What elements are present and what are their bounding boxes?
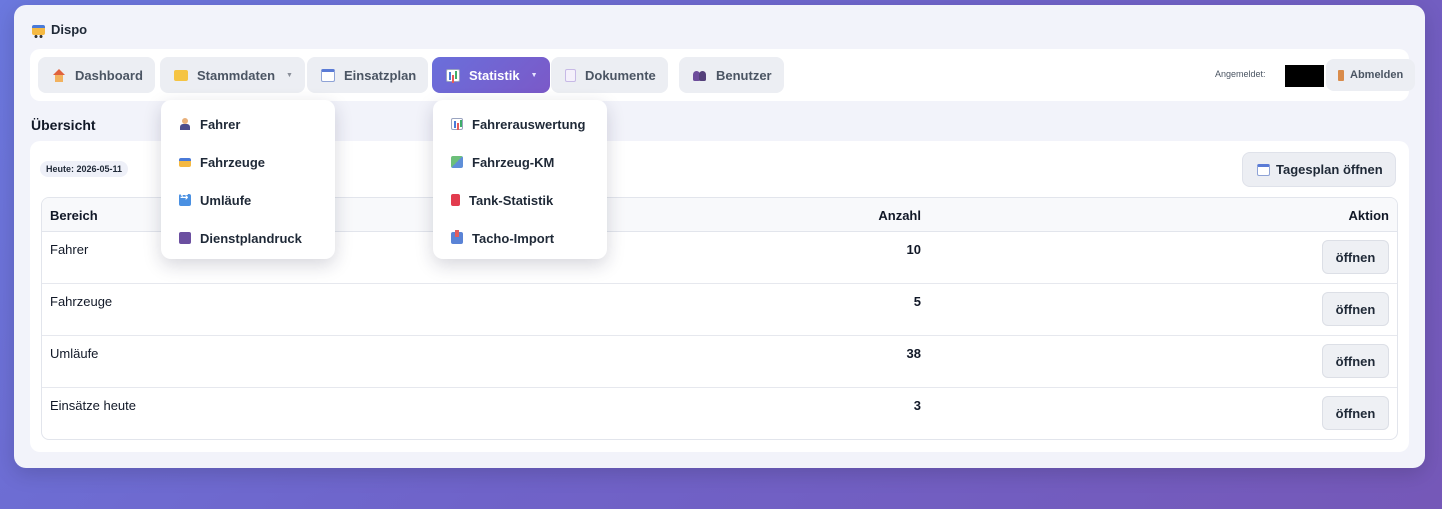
login-label: Angemeldet: — [1215, 69, 1266, 79]
nav-dashboard-label: Dashboard — [75, 67, 143, 83]
map-icon — [451, 156, 463, 168]
header-anzahl: Anzahl — [878, 208, 921, 223]
caret-down-icon: ▼ — [286, 71, 293, 79]
calendar-icon — [1257, 163, 1270, 176]
statistik-dropdown: Fahrerauswertung Fahrzeug-KM Tank-Statis… — [433, 100, 607, 259]
bus-icon — [32, 24, 45, 38]
nav-einsatzplan[interactable]: Einsatzplan — [307, 57, 429, 93]
open-button[interactable]: öffnen — [1322, 396, 1389, 430]
bar-chart-icon — [446, 68, 460, 82]
menu-item-fahrer[interactable]: Fahrer — [161, 105, 335, 143]
navbar: Dashboard Stammdaten ▼ Einsatzplan Stati… — [30, 49, 1416, 101]
header-aktion: Aktion — [1348, 208, 1389, 223]
menu-item-label: Tacho-Import — [472, 230, 555, 246]
nav-dokumente[interactable]: Dokumente — [551, 57, 668, 93]
cell-anzahl: 3 — [913, 398, 921, 413]
repeat-icon — [179, 191, 191, 206]
today-badge: Heute: 2026-05-11 — [40, 161, 129, 177]
nav-stammdaten-label: Stammdaten — [197, 67, 276, 83]
nav-dashboard[interactable]: Dashboard — [38, 57, 155, 93]
menu-item-dienstplandruck[interactable]: Dienstplandruck — [161, 219, 335, 257]
cell-bereich: Umläufe — [50, 346, 99, 361]
menu-item-fahrerauswertung[interactable]: Fahrerauswertung — [433, 105, 607, 143]
menu-item-label: Fahrzeuge — [200, 154, 266, 170]
section-title: Übersicht — [31, 117, 96, 133]
menu-item-label: Dienstplandruck — [200, 230, 302, 246]
cell-bereich: Fahrzeuge — [50, 294, 113, 309]
open-button[interactable]: öffnen — [1322, 240, 1389, 274]
inbox-tray-icon — [451, 230, 463, 244]
bus-icon — [179, 157, 191, 167]
tagesplan-button[interactable]: Tagesplan öffnen — [1242, 152, 1396, 187]
menu-item-label: Fahrzeug-KM — [472, 154, 555, 170]
logout-label: Abmelden — [1350, 69, 1404, 81]
menu-item-fahrzeug-km[interactable]: Fahrzeug-KM — [433, 143, 607, 181]
cell-bereich: Fahrer — [50, 242, 89, 257]
menu-item-tacho-import[interactable]: Tacho-Import — [433, 219, 607, 257]
folder-icon — [174, 69, 188, 81]
cell-anzahl: 5 — [913, 294, 921, 309]
house-icon — [52, 68, 66, 82]
menu-item-umlaeufe[interactable]: Umläufe — [161, 181, 335, 219]
calendar-icon — [321, 68, 335, 82]
nav-statistik[interactable]: Statistik ▼ — [432, 57, 550, 93]
tagesplan-label: Tagesplan öffnen — [1276, 162, 1383, 177]
bar-chart-icon — [451, 118, 463, 130]
open-button[interactable]: öffnen — [1322, 292, 1389, 326]
menu-item-label: Umläufe — [200, 192, 252, 208]
cell-anzahl: 10 — [906, 242, 921, 257]
menu-item-fahrzeuge[interactable]: Fahrzeuge — [161, 143, 335, 181]
table-row: Einsätze heute 3 öffnen — [42, 388, 1397, 439]
door-icon — [1338, 69, 1344, 81]
printer-icon — [179, 232, 191, 244]
fuel-pump-icon — [451, 194, 460, 206]
person-icon — [179, 118, 191, 130]
caret-down-icon: ▼ — [530, 71, 538, 79]
logout-button[interactable]: Abmelden — [1326, 59, 1416, 91]
stammdaten-dropdown: Fahrer Fahrzeuge Umläufe Dienstplandruck — [161, 100, 335, 259]
nav-einsatzplan-label: Einsatzplan — [344, 67, 417, 83]
app-title: Dispo — [32, 22, 88, 38]
menu-item-label: Fahrerauswertung — [472, 116, 586, 132]
nav-stammdaten[interactable]: Stammdaten ▼ — [160, 57, 305, 93]
cell-anzahl: 38 — [906, 346, 921, 361]
document-icon — [565, 68, 576, 82]
app-title-text: Dispo — [51, 22, 88, 37]
nav-benutzer[interactable]: Benutzer — [679, 57, 784, 93]
users-icon — [693, 69, 707, 82]
table-row: Umläufe 38 öffnen — [42, 336, 1397, 388]
open-button[interactable]: öffnen — [1322, 344, 1389, 378]
nav-statistik-label: Statistik — [469, 67, 520, 83]
nav-dokumente-label: Dokumente — [585, 67, 656, 83]
table-row: Fahrzeuge 5 öffnen — [42, 284, 1397, 336]
header-bereich: Bereich — [50, 208, 98, 223]
menu-item-label: Fahrer — [200, 116, 241, 132]
nav-benutzer-label: Benutzer — [716, 67, 772, 83]
cell-bereich: Einsätze heute — [50, 398, 137, 413]
logged-in-user-redacted — [1285, 65, 1324, 87]
menu-item-tank-statistik[interactable]: Tank-Statistik — [433, 181, 607, 219]
menu-item-label: Tank-Statistik — [469, 192, 554, 208]
